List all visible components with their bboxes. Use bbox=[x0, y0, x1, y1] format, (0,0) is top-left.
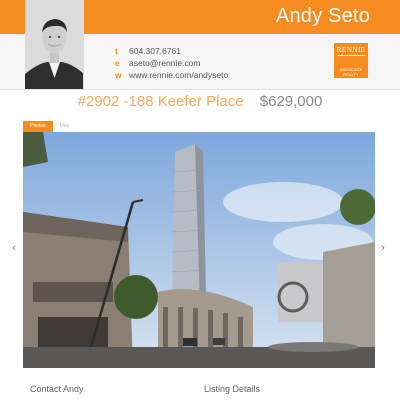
contact-section-title: Contact Andy bbox=[30, 384, 84, 394]
agent-name: Andy Seto bbox=[275, 5, 370, 27]
tab-photos[interactable]: Photos bbox=[23, 121, 53, 132]
phone-number[interactable]: 604.307.6761 bbox=[129, 45, 181, 57]
logo-sub-2: REALTY bbox=[343, 72, 359, 77]
email-row: e aseto@rennie.com bbox=[115, 57, 228, 69]
gallery-tabs: Photos Map bbox=[23, 121, 76, 132]
listing-address: #2902 -188 Keefer Place bbox=[77, 93, 244, 110]
agent-photo bbox=[25, 0, 84, 89]
email-link[interactable]: aseto@rennie.com bbox=[129, 57, 200, 69]
details-section-title: Listing Details bbox=[204, 384, 261, 394]
logo-subtitle: ASSOCIATE REALTY bbox=[334, 67, 368, 77]
tab-map[interactable]: Map bbox=[53, 121, 77, 132]
listing-photo bbox=[23, 132, 375, 368]
listing-title: #2902 -188 Keefer Place $629,000 bbox=[0, 93, 400, 110]
chevron-left-icon[interactable]: ‹ bbox=[9, 243, 19, 254]
photo-gallery[interactable] bbox=[23, 132, 375, 368]
logo-word: RENNIE bbox=[336, 45, 366, 54]
rennie-logo: RENNIE ASSOCIATE REALTY bbox=[334, 43, 368, 78]
website-link[interactable]: www.rennie.com/andyseto bbox=[129, 69, 228, 81]
phone-row: t 604.307.6761 bbox=[115, 45, 228, 57]
header-divider bbox=[0, 89, 400, 90]
phone-letter: t bbox=[115, 46, 118, 56]
email-letter: e bbox=[115, 58, 120, 68]
website-row: w www.rennie.com/andyseto bbox=[115, 69, 228, 81]
agent-contact-info: t 604.307.6761 e aseto@rennie.com w www.… bbox=[115, 45, 228, 81]
web-letter: w bbox=[115, 70, 122, 80]
chevron-right-icon[interactable]: › bbox=[378, 243, 388, 254]
logo-rule bbox=[337, 55, 365, 56]
listing-price: $629,000 bbox=[259, 93, 323, 110]
